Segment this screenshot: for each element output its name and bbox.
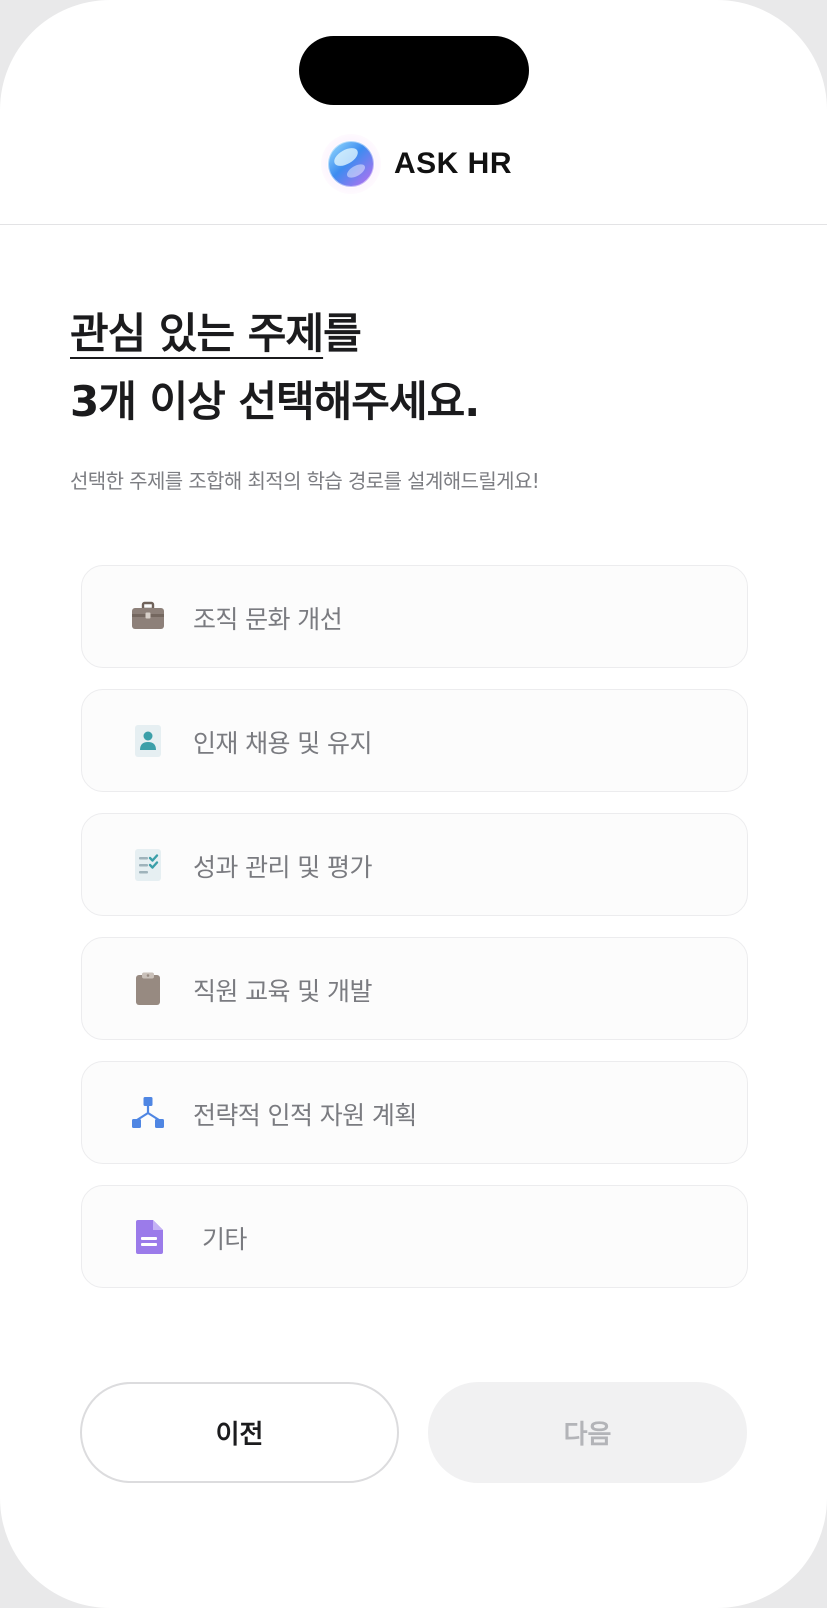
topic-label: 조직 문화 개선: [193, 605, 343, 634]
topic-label: 전략적 인적 자원 계획: [193, 1101, 417, 1130]
topic-label: 성과 관리 및 평가: [193, 853, 372, 882]
title-underlined: 관심 있는 주제: [70, 309, 324, 358]
page-subtitle: 선택한 주제를 조합해 최적의 학습 경로를 설계해드릴게요!: [70, 469, 540, 493]
org-chart-icon: [132, 1097, 164, 1128]
topic-list: 조직 문화 개선 인재 채용 및 유지 성과 관리 및 평가 직원 교육 및 개…: [81, 565, 748, 1309]
person-badge-icon: [135, 725, 161, 757]
app-title: ASK HR: [394, 147, 513, 180]
checklist-icon: [135, 849, 161, 881]
topic-option-other[interactable]: 기타: [81, 1185, 748, 1288]
title-suffix: 를: [323, 309, 362, 358]
topic-option-performance[interactable]: 성과 관리 및 평가: [81, 813, 748, 916]
topic-option-hr-planning[interactable]: 전략적 인적 자원 계획: [81, 1061, 748, 1164]
next-button[interactable]: 다음: [428, 1382, 747, 1483]
topic-label: 직원 교육 및 개발: [193, 977, 372, 1006]
page-title: 관심 있는 주제를 3개 이상 선택해주세요.: [70, 300, 480, 436]
clipboard-icon: [136, 972, 160, 1005]
orb-logo-icon: [321, 134, 381, 194]
topic-label: 기타: [202, 1225, 247, 1254]
topic-option-recruitment[interactable]: 인재 채용 및 유지: [81, 689, 748, 792]
topic-option-training[interactable]: 직원 교육 및 개발: [81, 937, 748, 1040]
document-icon: [136, 1220, 163, 1254]
topic-option-culture[interactable]: 조직 문화 개선: [81, 565, 748, 668]
dynamic-island: [299, 36, 529, 105]
briefcase-icon: [132, 601, 164, 629]
prev-button[interactable]: 이전: [80, 1382, 399, 1483]
title-line-2: 3개 이상 선택해주세요.: [70, 377, 480, 426]
app-header: ASK HR: [0, 125, 827, 225]
title-line-1: 관심 있는 주제를: [70, 300, 479, 368]
topic-label: 인재 채용 및 유지: [193, 729, 372, 758]
phone-frame: ASK HR 관심 있는 주제를 3개 이상 선택해주세요. 선택한 주제를 조…: [0, 0, 827, 1608]
